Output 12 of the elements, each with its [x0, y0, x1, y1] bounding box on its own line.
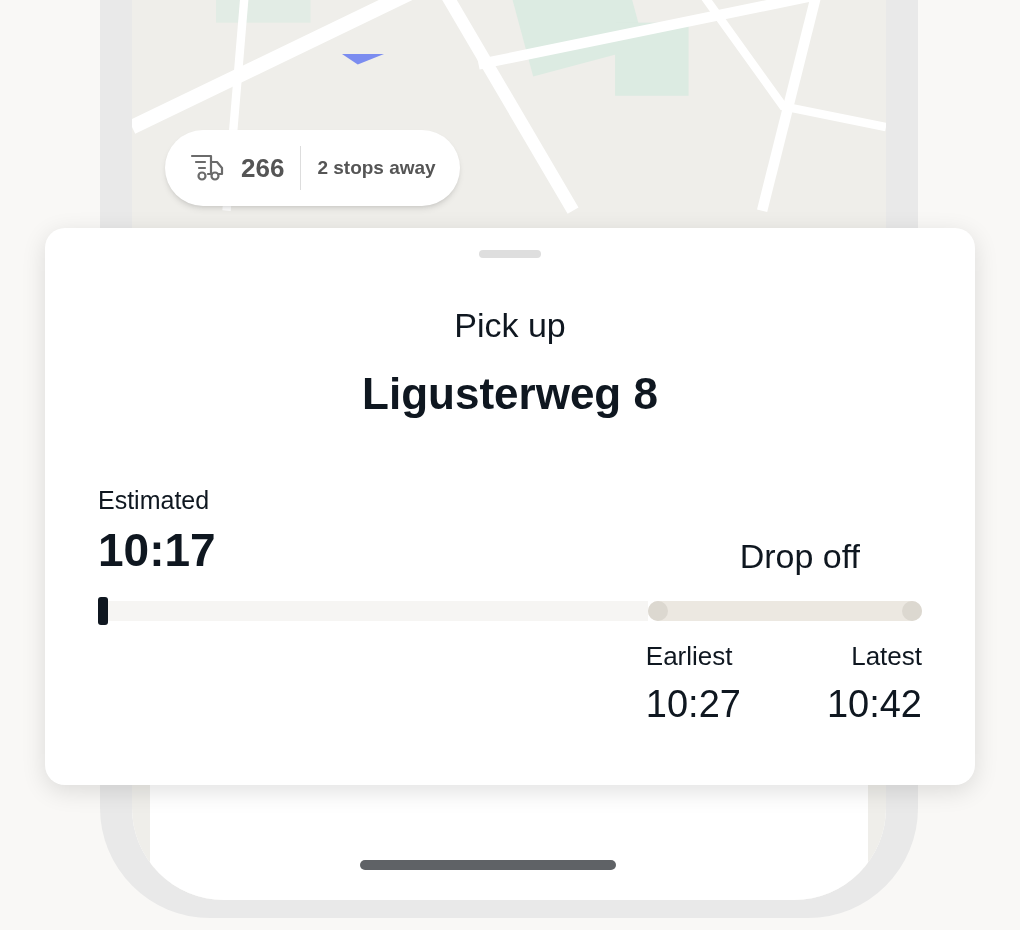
- drag-handle[interactable]: [479, 250, 541, 258]
- estimated-time: 10:17: [98, 527, 216, 573]
- pickup-address: Ligusterweg 8: [362, 372, 658, 416]
- latest-time: 10:42: [826, 685, 922, 723]
- earliest-time: 10:27: [645, 685, 741, 723]
- dropoff-label: Drop off: [739, 539, 860, 573]
- pickup-label: Pick up: [454, 308, 566, 342]
- earliest-label: Earliest: [645, 643, 733, 669]
- latest-label: Latest: [851, 643, 922, 669]
- vehicle-number: 266: [241, 151, 285, 185]
- stops-away-text: 2 stops away: [317, 155, 436, 180]
- estimated-label: Estimated: [98, 488, 211, 513]
